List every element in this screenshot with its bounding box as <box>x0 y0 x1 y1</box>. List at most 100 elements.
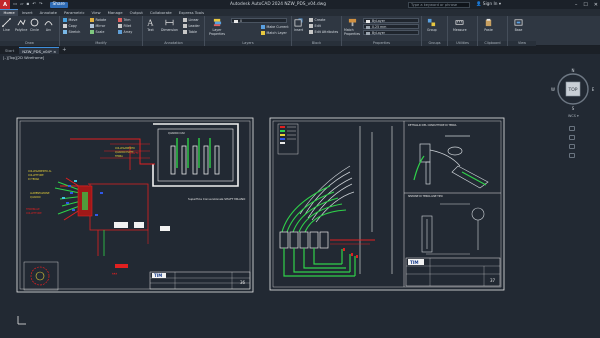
linear-icon <box>183 17 187 22</box>
search-input[interactable]: Type a keyword or phrase <box>408 1 470 8</box>
layer-dropdown[interactable]: 0 <box>231 18 287 23</box>
array-tool[interactable]: Array <box>118 29 132 34</box>
close-tab-icon[interactable]: × <box>53 49 56 54</box>
sheet-37-annotation-mid: SEZIONE DI TERRA LINE TIPO <box>408 195 443 198</box>
text-tool[interactable]: A Text <box>146 18 155 32</box>
share-button[interactable]: Share <box>49 1 68 8</box>
base-view-button[interactable]: Base <box>514 18 523 32</box>
properties-group: Match Properties ByLayer 0.25 mm ByLayer… <box>342 16 422 46</box>
linetype-dropdown[interactable]: ByLayer <box>363 30 419 35</box>
group-button[interactable]: Group <box>427 18 437 32</box>
tab-home[interactable]: Home <box>0 9 19 16</box>
save-icon[interactable]: ▪ <box>26 2 29 7</box>
line-tool[interactable]: Line <box>2 18 11 32</box>
edit-block-tool[interactable]: Edit <box>309 23 321 28</box>
match-properties-icon <box>348 18 356 27</box>
match-properties-button[interactable]: Match Properties <box>344 18 360 36</box>
array-icon <box>118 29 122 34</box>
redo-icon[interactable]: ↷ <box>39 2 43 7</box>
color-dropdown[interactable]: ByLayer <box>363 18 419 23</box>
clipboard-group: Paste Clipboard <box>478 16 508 46</box>
sheet-36-logo: TIM <box>154 273 162 278</box>
viewcube[interactable]: TOP N S E W <box>550 66 596 112</box>
color-swatch <box>365 19 370 23</box>
drawing-viewport[interactable]: [–][Top][2D Wireframe] COLLEGAMENTO QUAD… <box>0 54 600 338</box>
tab-insert[interactable]: Insert <box>18 9 36 16</box>
match-layer-tool[interactable]: Match Layer <box>261 30 287 35</box>
tab-output[interactable]: Output <box>126 9 146 16</box>
create-block-icon <box>309 17 313 22</box>
lineweight-dropdown[interactable]: 0.25 mm <box>363 24 419 29</box>
rotate-tool[interactable]: Rotate <box>90 17 106 22</box>
viewcube-top-face[interactable]: TOP <box>567 87 577 93</box>
stretch-tool[interactable]: Stretch <box>63 29 80 34</box>
compass-east[interactable]: E <box>592 87 595 92</box>
open-file-icon[interactable]: ▱ <box>20 2 23 7</box>
insert-label: Insert <box>294 28 304 32</box>
compass-north[interactable]: N <box>572 68 575 73</box>
new-file-icon[interactable]: ▭ <box>13 2 17 7</box>
linetype-swatch <box>365 31 370 35</box>
scale-icon <box>90 29 94 34</box>
insert-block-button[interactable]: Insert <box>294 18 303 32</box>
svg-text:ALIMENTAZIONE: ALIMENTAZIONE <box>30 192 50 195</box>
autocad-window: A ▭ ▱ ▪ ↶ ↷ Share Autodesk AutoCAD 2024 … <box>0 0 600 338</box>
scale-tool[interactable]: Scale <box>90 29 104 34</box>
sign-in-button[interactable]: 👤 Sign In ▾ <box>476 0 501 9</box>
undo-icon[interactable]: ↶ <box>32 2 36 7</box>
match-properties-label: Match Properties <box>343 28 361 36</box>
tab-annotate[interactable]: Annotate <box>36 9 60 16</box>
polyline-tool[interactable]: Polyline <box>15 18 27 32</box>
base-view-icon <box>514 19 523 26</box>
compass-west[interactable]: W <box>551 87 555 92</box>
minimize-icon[interactable]: – <box>575 2 578 8</box>
tab-collaborate[interactable]: Collaborate <box>146 9 175 16</box>
drawing-tab[interactable]: NZW_PDS_v04* × <box>19 46 60 54</box>
compass-south[interactable]: S <box>572 106 575 111</box>
application-menu-button[interactable]: A <box>0 0 10 9</box>
close-icon[interactable]: ✕ <box>594 2 598 8</box>
arc-icon <box>44 21 53 26</box>
pan-icon[interactable] <box>569 135 575 140</box>
steering-wheel-icon[interactable] <box>569 126 575 131</box>
insert-block-icon <box>294 18 303 27</box>
create-block-tool[interactable]: Create <box>309 17 325 22</box>
new-tab-icon[interactable]: + <box>62 47 66 53</box>
circle-tool[interactable]: Circle <box>30 18 39 32</box>
quick-access-toolbar: ▭ ▱ ▪ ↶ ↷ Share <box>13 1 68 8</box>
trim-tool[interactable]: Trim <box>118 17 131 22</box>
svg-text:QUADRO: QUADRO <box>30 196 41 199</box>
table-tool[interactable]: Table <box>183 29 197 34</box>
cad-drawing: COLLEGAMENTO QUADRO ELETT. TERRA COLLEGA… <box>16 117 505 325</box>
leader-tool[interactable]: Leader <box>183 23 200 28</box>
measure-button[interactable]: Measure <box>453 18 467 32</box>
tab-express-tools[interactable]: Express Tools <box>175 9 207 16</box>
dimension-tool[interactable]: Dimension <box>161 18 178 32</box>
groups-group: Group Groups <box>422 16 448 46</box>
make-current-tool[interactable]: Make Current <box>261 24 289 29</box>
svg-text:STAFFE: STAFFE <box>130 152 139 155</box>
orbit-icon[interactable] <box>569 153 575 158</box>
tab-view[interactable]: View <box>88 9 104 16</box>
fillet-tool[interactable]: Fillet <box>118 23 131 28</box>
copy-tool[interactable]: Copy <box>63 23 77 28</box>
document-tab-bar: Start NZW_PDS_v04* × + <box>0 46 600 54</box>
paste-button[interactable]: Paste <box>484 18 493 32</box>
edit-attributes-icon <box>309 29 313 34</box>
layer-properties-button[interactable]: Layer Properties <box>208 18 226 36</box>
tab-parametric[interactable]: Parametric <box>60 9 88 16</box>
mirror-tool[interactable]: Mirror <box>90 23 105 28</box>
match-layer-icon <box>261 30 265 35</box>
edit-attributes-tool[interactable]: Edit Attributes <box>309 29 338 34</box>
start-tab[interactable]: Start <box>2 47 17 54</box>
zoom-icon[interactable] <box>569 144 575 149</box>
maximize-icon[interactable]: ☐ <box>583 2 587 8</box>
arc-tool[interactable]: Arc <box>44 18 53 32</box>
wcs-menu[interactable]: WCS ▾ <box>568 114 579 118</box>
move-tool[interactable]: Move <box>63 17 77 22</box>
sheet-37-number: 37 <box>490 278 496 283</box>
line-label: Line <box>3 28 10 32</box>
tab-manage[interactable]: Manage <box>104 9 126 16</box>
paste-label: Paste <box>484 28 493 32</box>
linear-tool[interactable]: Linear <box>183 17 199 22</box>
